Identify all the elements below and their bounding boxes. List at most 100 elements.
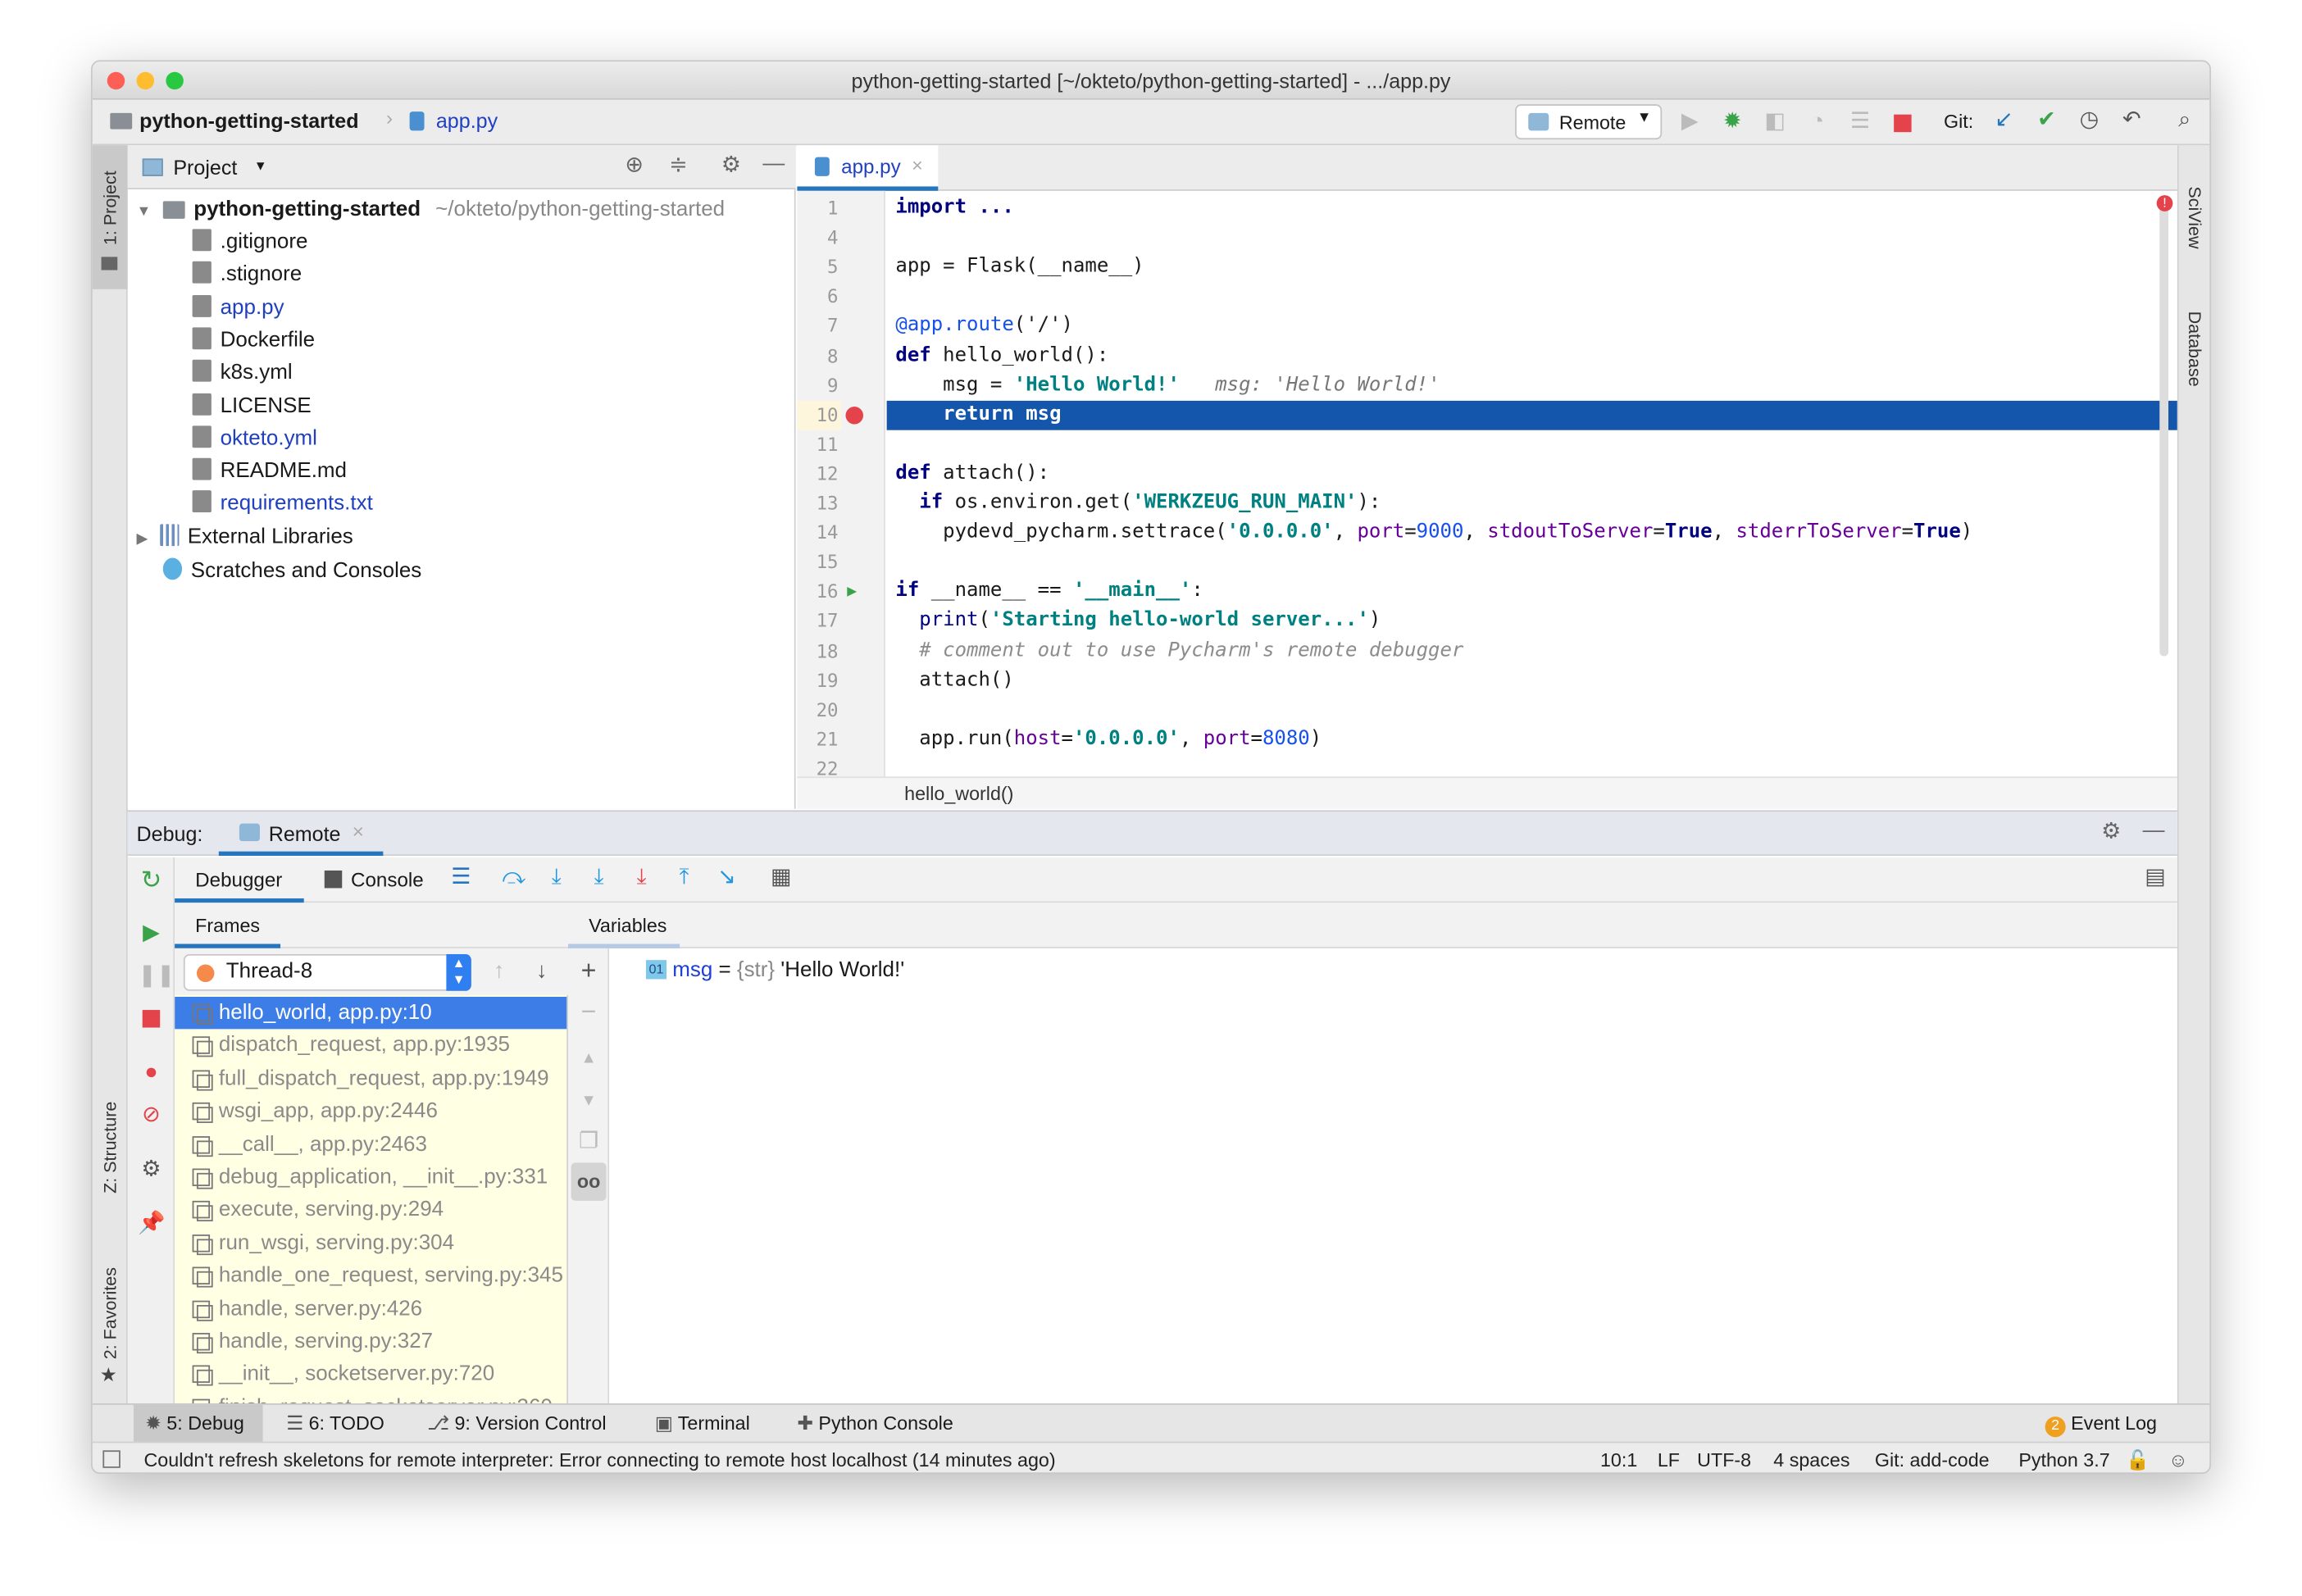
mute-breakpoints-icon[interactable]: ⊘ [138, 1103, 164, 1128]
status-message[interactable]: Couldn't refresh skeletons for remote in… [143, 1443, 1055, 1472]
indent-setting[interactable]: 4 spaces [1773, 1443, 1849, 1472]
run-config-dropdown[interactable]: Remote ▼ [1515, 104, 1663, 140]
step-over-icon[interactable]: ⤼ [501, 866, 527, 890]
step-into-icon[interactable]: ⤓ [544, 866, 570, 890]
frame-item[interactable]: handle_one_request, serving.py:345 [175, 1260, 566, 1293]
file-encoding[interactable]: UTF-8 [1697, 1443, 1751, 1472]
line-separator[interactable]: LF [1658, 1443, 1680, 1472]
frame-item[interactable]: handle, serving.py:327 [175, 1325, 566, 1358]
settings-icon[interactable]: ⚙ [138, 1157, 164, 1182]
tab-debugger[interactable]: Debugger [175, 857, 304, 903]
code-line[interactable]: def hello_world(): [895, 341, 1108, 371]
next-frame-icon[interactable]: ↓ [529, 959, 555, 984]
code-line[interactable]: pydevd_pycharm.settrace('0.0.0.0', port=… [895, 518, 1972, 548]
code-line[interactable]: attach() [895, 666, 1014, 695]
lock-icon[interactable]: 🔓 [2126, 1443, 2150, 1472]
tree-file[interactable]: app.py [192, 292, 284, 324]
chevron-down-icon[interactable]: ▼ [254, 158, 267, 173]
show-watches-icon[interactable]: oo [571, 1162, 607, 1201]
stop-icon[interactable] [1894, 114, 1912, 133]
project-tool-button[interactable]: 1: Project [92, 145, 128, 289]
tool-python-console[interactable]: ✚ Python Console [797, 1405, 953, 1444]
caret-position[interactable]: 10:1 [1600, 1443, 1637, 1472]
toggle-tool-windows-icon[interactable] [102, 1450, 121, 1468]
tree-root[interactable]: ▼ python-getting-started ~/okteto/python-… [137, 193, 726, 225]
tool-terminal[interactable]: ▣ Terminal [655, 1405, 750, 1444]
tree-scratches[interactable]: Scratches and Consoles [162, 555, 421, 587]
editor-scrollbar[interactable] [2159, 201, 2169, 657]
breadcrumb-project[interactable]: python-getting-started [139, 109, 358, 133]
tree-file[interactable]: README.md [192, 455, 347, 487]
tab-variables[interactable]: Variables [568, 903, 680, 948]
code-line[interactable]: if __name__ == '__main__': [895, 577, 1203, 607]
run-to-cursor-icon[interactable]: ↘ [713, 866, 739, 890]
concurrency-icon[interactable]: ☰ [1847, 109, 1873, 134]
debug-session-tab[interactable]: Remote × [218, 812, 384, 857]
frame-item[interactable]: wsgi_app, app.py:2446 [175, 1095, 566, 1128]
stop-icon[interactable] [142, 1010, 161, 1028]
resume-icon[interactable]: ▶ [138, 921, 164, 946]
pause-icon[interactable]: ❚❚ [138, 964, 175, 989]
tree-file[interactable]: .stignore [192, 259, 302, 291]
code-line[interactable]: app = Flask(__name__) [895, 252, 1144, 282]
tree-file[interactable]: requirements.txt [192, 488, 373, 520]
hide-panel-icon[interactable]: — [2140, 818, 2167, 843]
copy-watch-icon[interactable]: ❐ [576, 1130, 602, 1154]
frame-item[interactable]: handle, server.py:426 [175, 1293, 566, 1325]
step-into-my-code-icon[interactable]: ⤓ [586, 866, 612, 890]
tab-app-py[interactable]: app.py × [797, 145, 939, 191]
tool-debug[interactable]: ✹ 5: Debug [133, 1404, 263, 1444]
tool-version-control[interactable]: ⎇ 9: Version Control [427, 1405, 606, 1444]
view-breakpoints-icon[interactable]: ● [138, 1061, 164, 1085]
close-tab-icon[interactable]: × [912, 154, 923, 176]
tree-file[interactable]: Dockerfile [192, 325, 315, 357]
chevron-down-icon[interactable]: ▼ [137, 204, 152, 221]
frame-item[interactable]: __call__, app.py:2463 [175, 1128, 566, 1161]
history-icon[interactable]: ◷ [2076, 108, 2102, 133]
database-tool-button[interactable]: Database [2185, 311, 2205, 387]
debug-bug-icon[interactable]: ✹ [1719, 109, 1745, 134]
pin-icon[interactable]: 📌 [138, 1212, 165, 1236]
project-view-selector[interactable]: Project [173, 156, 237, 180]
locate-icon[interactable]: ⊕ [621, 153, 648, 178]
breadcrumb-file[interactable]: app.py [436, 109, 498, 133]
sciview-tool-button[interactable]: SciView [2185, 186, 2205, 248]
tree-file[interactable]: k8s.yml [192, 357, 293, 389]
maximize-window-button[interactable] [166, 71, 184, 90]
hide-panel-icon[interactable]: — [761, 152, 787, 176]
code-line[interactable]: # comment out to use Pycharm's remote de… [895, 636, 1463, 666]
revert-icon[interactable]: ↶ [2118, 108, 2145, 133]
tree-file[interactable]: LICENSE [192, 389, 312, 421]
frame-item[interactable]: execute, serving.py:294 [175, 1194, 566, 1227]
frame-item[interactable]: hello_world, app.py:10 [175, 996, 567, 1030]
run-gutter-icon[interactable]: ▶ [847, 577, 857, 607]
close-window-button[interactable] [107, 71, 125, 90]
tree-file[interactable]: okteto.yml [192, 422, 317, 454]
move-up-icon[interactable]: ▲ [576, 1047, 602, 1071]
inspector-icon[interactable]: ☺ [2168, 1443, 2188, 1472]
close-tab-icon[interactable]: × [353, 821, 364, 843]
frame-item[interactable]: __init__, socketserver.py:720 [175, 1358, 566, 1391]
code-line[interactable]: print('Starting hello-world server...') [895, 607, 1381, 636]
frame-item[interactable]: dispatch_request, app.py:1935 [175, 1030, 566, 1062]
frame-item[interactable]: run_wsgi, serving.py:304 [175, 1227, 566, 1260]
gear-icon[interactable]: ⚙ [718, 153, 744, 178]
tree-file[interactable]: .gitignore [192, 226, 307, 258]
variable-row[interactable]: 01 msg = {str} 'Hello World!' [645, 956, 904, 985]
collapse-all-icon[interactable]: ≑ [665, 153, 691, 178]
tool-todo[interactable]: ☰ 6: TODO [286, 1405, 384, 1444]
tab-frames[interactable]: Frames [175, 903, 281, 948]
rerun-icon[interactable]: ↻ [138, 867, 164, 892]
code-line[interactable]: @app.route('/') [895, 311, 1073, 341]
move-down-icon[interactable]: ▼ [576, 1089, 602, 1113]
evaluate-expression-icon[interactable]: ▦ [768, 866, 794, 890]
thread-selector[interactable]: Thread-8 ▲ ▼ [183, 954, 471, 991]
tree-external-libraries[interactable]: ▶ External Libraries [137, 521, 353, 553]
error-indicator-icon[interactable]: ! [2156, 195, 2173, 211]
coverage-icon[interactable]: ◧ [1762, 109, 1788, 134]
code-line[interactable]: def attach(): [895, 459, 1049, 489]
structure-tool-button[interactable]: Z: Structure [93, 1084, 128, 1231]
force-step-into-icon[interactable]: ⤓ [628, 866, 654, 890]
favorites-tool-button[interactable]: 2: Favorites ★ [93, 1253, 128, 1393]
code-line[interactable]: msg = 'Hello World!' msg: 'Hello World!' [895, 371, 1440, 400]
